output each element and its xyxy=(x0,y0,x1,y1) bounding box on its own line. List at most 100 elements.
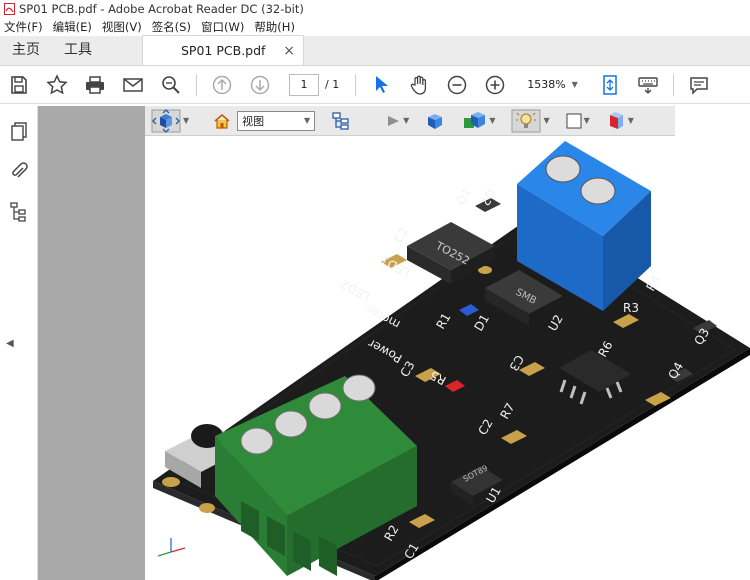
next-page-button[interactable] xyxy=(241,66,279,104)
mounting-pad xyxy=(199,503,215,513)
menu-bar: 文件(F) 编辑(E) 视图(V) 签名(S) 窗口(W) 帮助(H) xyxy=(0,18,750,36)
pcb-label-r3: R3 xyxy=(623,301,639,315)
attachments-button[interactable] xyxy=(0,152,38,192)
menu-edit[interactable]: 编辑(E) xyxy=(53,19,92,35)
menu-window[interactable]: 窗口(W) xyxy=(201,19,244,35)
rotate-3d-icon xyxy=(151,108,181,133)
tree-toggle-icon xyxy=(332,111,349,130)
document-gutter xyxy=(38,106,145,580)
comment-button[interactable] xyxy=(680,66,718,104)
read-mode-button[interactable] xyxy=(629,66,667,104)
pcb-label-led2: LED2 xyxy=(338,277,372,304)
email-button[interactable] xyxy=(114,66,152,104)
expand-panel-arrow-icon[interactable]: ◀ xyxy=(6,338,14,349)
zoom-in-button[interactable] xyxy=(476,66,514,104)
chevron-down-icon: ▼ xyxy=(583,116,590,125)
play-icon xyxy=(388,115,400,126)
printer-icon xyxy=(86,75,104,94)
chevron-down-icon: ▼ xyxy=(571,80,578,89)
fit-page-icon xyxy=(603,74,617,95)
main-area: ◀ ▼ 视图 ▼ ▼ ▼ ▼ ▼ ▼ TO252 SMB SOT89 Q1 Q2… xyxy=(0,106,750,580)
model-tree-toggle-button[interactable] xyxy=(331,109,351,133)
tab-bar: 主页 工具 SP01 PCB.pdf × xyxy=(0,35,750,66)
envelope-icon xyxy=(123,77,143,92)
chevron-down-icon: ▼ xyxy=(627,116,634,125)
bookmark-button[interactable] xyxy=(38,66,76,104)
cube-icon xyxy=(428,113,443,129)
default-view-button[interactable] xyxy=(213,109,231,133)
arrow-down-circle-icon xyxy=(250,75,270,94)
page-thumbnails-button[interactable] xyxy=(0,112,38,152)
comment-icon xyxy=(690,76,708,95)
view-select-value: 视图 xyxy=(242,114,265,128)
rotate-tool-button[interactable]: ▼ xyxy=(151,108,190,133)
pdf-app-icon xyxy=(4,3,15,15)
select-tool-button[interactable] xyxy=(362,66,400,104)
zoom-search-button[interactable] xyxy=(152,66,190,104)
star-icon xyxy=(46,73,68,94)
pages-icon xyxy=(11,122,27,141)
render-mode-button[interactable]: ▼ xyxy=(463,109,495,133)
pcb-label-q1: Q1 xyxy=(453,186,474,208)
left-navigation-rail: ◀ xyxy=(0,106,38,580)
model-tree-icon xyxy=(10,202,26,222)
pcb-label-c2: C2 xyxy=(391,225,411,246)
keyboard-icon xyxy=(638,76,658,94)
chevron-down-icon: ▼ xyxy=(304,116,311,125)
paperclip-icon xyxy=(12,162,28,178)
home-icon xyxy=(214,113,230,129)
zoom-level-select[interactable]: 1538% ▼ xyxy=(522,75,583,94)
page-total: / 1 xyxy=(325,78,340,91)
menu-file[interactable]: 文件(F) xyxy=(4,19,43,35)
tab-tools[interactable]: 工具 xyxy=(52,35,104,65)
magnifier-icon xyxy=(162,75,180,94)
main-toolbar: 1 / 1 1538% ▼ xyxy=(0,66,750,104)
toolbar-separator xyxy=(672,73,674,96)
previous-page-button[interactable] xyxy=(203,66,241,104)
hand-icon xyxy=(410,75,427,95)
page-number-input[interactable]: 1 xyxy=(289,73,319,96)
background-color-icon xyxy=(566,113,582,128)
arrow-up-circle-icon xyxy=(212,75,232,94)
projection-button[interactable] xyxy=(425,109,445,133)
axis-triad-icon xyxy=(157,538,186,557)
chevron-down-icon: ▼ xyxy=(543,116,550,125)
window-title: SP01 PCB.pdf - Adobe Acrobat Reader DC (… xyxy=(19,2,304,16)
3d-toolbar: ▼ 视图 ▼ ▼ ▼ ▼ ▼ ▼ xyxy=(145,106,675,136)
save-button[interactable] xyxy=(0,66,38,104)
zoom-level-value: 1538% xyxy=(527,78,566,91)
save-icon xyxy=(11,75,27,94)
menu-sign[interactable]: 签名(S) xyxy=(152,19,191,35)
view-select[interactable]: 视图 ▼ xyxy=(237,110,316,131)
fit-page-button[interactable] xyxy=(591,66,629,104)
toolbar-separator xyxy=(196,73,197,96)
tab-document[interactable]: SP01 PCB.pdf × xyxy=(142,35,304,65)
title-bar: SP01 PCB.pdf - Adobe Acrobat Reader DC (… xyxy=(0,0,750,18)
plus-circle-icon xyxy=(485,75,505,94)
zoom-out-button[interactable] xyxy=(438,66,476,104)
model-tree-button[interactable] xyxy=(0,192,38,232)
toolbar-separator xyxy=(355,73,357,96)
tab-home[interactable]: 主页 xyxy=(0,35,52,65)
render-mode-icon xyxy=(464,111,486,128)
minus-circle-icon xyxy=(447,75,467,94)
document-viewer[interactable]: ▼ 视图 ▼ ▼ ▼ ▼ ▼ ▼ TO252 SMB SOT89 Q1 Q2 C… xyxy=(145,106,750,580)
cross-section-button[interactable]: ▼ xyxy=(606,109,634,133)
lighting-button[interactable]: ▼ xyxy=(511,109,550,133)
close-tab-button[interactable]: × xyxy=(283,43,295,59)
chevron-down-icon: ▼ xyxy=(489,116,496,125)
chevron-down-icon: ▼ xyxy=(403,116,410,125)
cursor-arrow-icon xyxy=(376,75,389,93)
mounting-pad xyxy=(162,477,180,487)
chevron-down-icon: ▼ xyxy=(183,116,190,125)
background-color-button[interactable]: ▼ xyxy=(566,109,590,133)
hand-tool-button[interactable] xyxy=(400,66,438,104)
menu-help[interactable]: 帮助(H) xyxy=(254,19,295,35)
document-tab-label: SP01 PCB.pdf xyxy=(181,43,266,58)
pcb-3d-model[interactable]: TO252 SMB SOT89 Q1 Q2 C2 LED1 LED2 motor… xyxy=(145,136,750,580)
animation-play-button[interactable]: ▼ xyxy=(385,109,409,133)
light-bulb-icon xyxy=(511,109,541,132)
page-navigator: 1 / 1 xyxy=(289,73,340,96)
print-button[interactable] xyxy=(76,66,114,104)
menu-view[interactable]: 视图(V) xyxy=(102,19,142,35)
